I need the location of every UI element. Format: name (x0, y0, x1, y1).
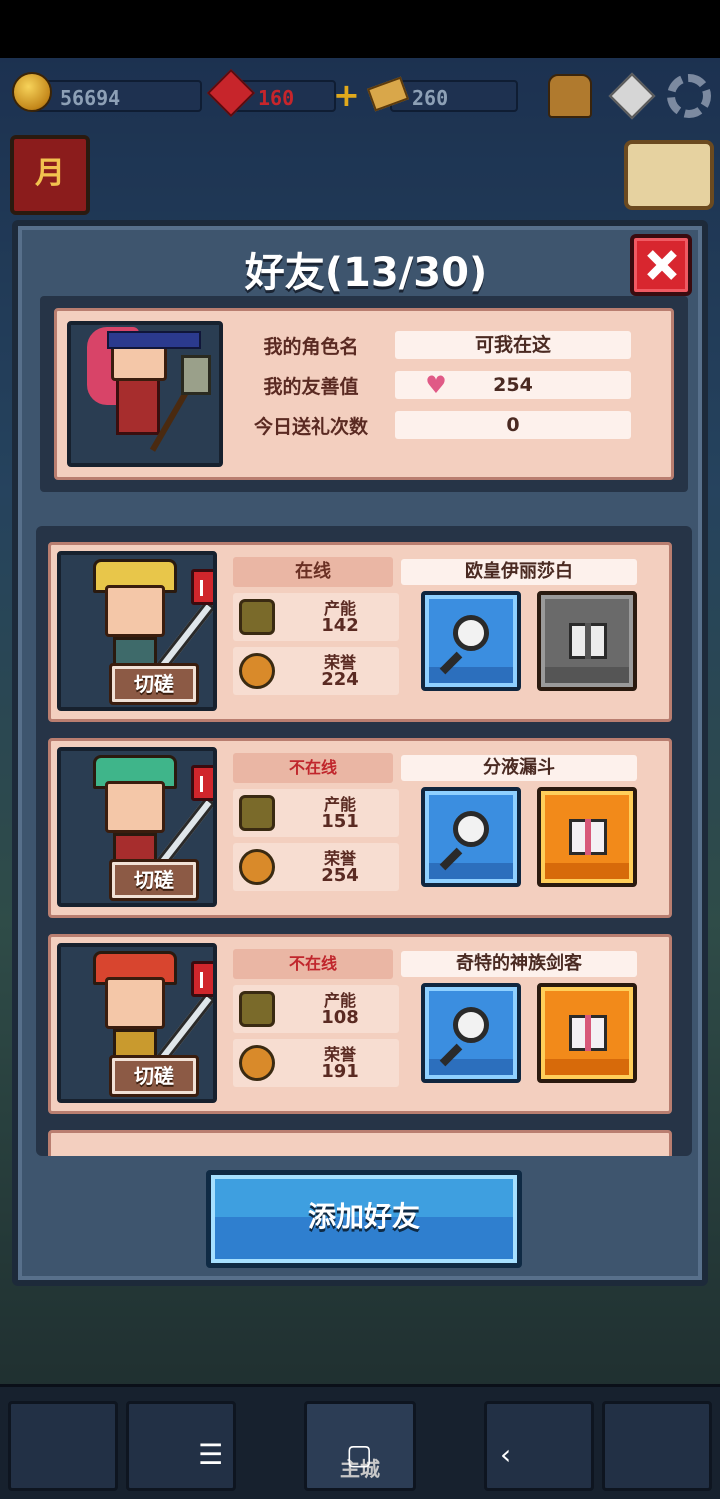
friend-name: 分液漏斗 (401, 755, 637, 781)
delete-friend-icon[interactable] (191, 569, 213, 605)
role-name-value: 可我在这 (395, 331, 631, 359)
gift-count-label: 今日送礼次数 (253, 416, 368, 438)
role-name-label: 我的角色名 (263, 336, 359, 358)
add-friend-button[interactable]: 添加好友 (206, 1170, 522, 1268)
view-profile-button[interactable] (421, 787, 521, 887)
offline-status: 不在线 (288, 758, 337, 777)
axe-icon (181, 355, 211, 395)
system-nav-bar: ☰ ▢ ‹ (0, 1430, 720, 1480)
friend-card: 切磋 在线 欧皇伊丽莎白 产能 142 荣誉 224 (48, 542, 672, 722)
gear-icon[interactable] (667, 74, 711, 118)
friend-head (105, 977, 165, 1029)
friendliness-value-box: ♥ 254 (395, 371, 631, 399)
power-value: 142 (321, 615, 359, 636)
honor-stat: 荣誉 254 (233, 843, 399, 891)
gem-amount: 160 (258, 86, 295, 110)
gift-icon (569, 819, 607, 855)
friend-avatar: 切磋 (57, 943, 217, 1103)
ticket-amount: 260 (412, 86, 449, 110)
back-icon[interactable]: ‹ (500, 1438, 511, 1471)
friend-avatar: 切磋 (57, 747, 217, 907)
magnifier-icon (453, 1007, 489, 1043)
my-avatar (67, 321, 223, 467)
honor-value: 224 (321, 669, 359, 690)
view-profile-button[interactable] (421, 591, 521, 691)
honor-stat: 荣誉 224 (233, 647, 399, 695)
power-value: 151 (321, 811, 359, 832)
gift-count-row: 今日送礼次数 0 (231, 411, 669, 443)
menu-icon[interactable]: ☰ (198, 1438, 223, 1471)
add-gems-icon[interactable]: + (333, 76, 360, 114)
power-icon (239, 795, 275, 831)
delete-friend-icon[interactable] (191, 765, 213, 801)
friend-card: 切磋 不在线 奇特的神族剑客 产能 108 荣誉 191 (48, 934, 672, 1114)
close-button[interactable] (630, 234, 692, 296)
friends-dialog: 好友(13/30) 我的角色名 可我在这 我的友善值 ♥ 254 今日送礼次数 … (12, 220, 708, 1286)
friend-name: 欧皇伊丽莎白 (401, 559, 637, 585)
friendliness-value: 254 (493, 374, 533, 396)
power-icon (239, 991, 275, 1027)
gold-coin-icon (12, 72, 52, 112)
gold-amount: 56694 (60, 86, 121, 110)
send-gift-button[interactable] (537, 591, 637, 691)
power-icon (239, 599, 275, 635)
my-info-panel: 我的角色名 可我在这 我的友善值 ♥ 254 今日送礼次数 0 (54, 308, 674, 480)
magnifier-icon (453, 615, 489, 651)
offline-status: 不在线 (288, 954, 337, 973)
view-profile-button[interactable] (421, 983, 521, 1083)
power-value: 108 (321, 1007, 359, 1028)
quest-scroll-icon[interactable] (624, 140, 714, 210)
power-stat: 产能 108 (233, 985, 399, 1033)
magnifier-handle (439, 847, 463, 871)
magnifier-handle (439, 651, 463, 675)
monthly-card-icon[interactable]: 月 (10, 135, 90, 215)
friend-list[interactable]: 切磋 在线 欧皇伊丽莎白 产能 142 荣誉 224 切磋 不在线 分液漏斗 产… (36, 526, 692, 1156)
role-name-row: 我的角色名 可我在这 (231, 331, 669, 363)
friend-head (105, 781, 165, 833)
gift-icon (569, 623, 607, 659)
send-gift-button[interactable] (537, 983, 637, 1083)
heart-icon: ♥ (425, 371, 447, 399)
power-stat: 产能 142 (233, 593, 399, 641)
honor-medal-icon (239, 653, 275, 689)
ticket-counter: 260 (390, 80, 518, 112)
friend-avatar: 切磋 (57, 551, 217, 711)
power-stat: 产能 151 (233, 789, 399, 837)
friendliness-row: 我的友善值 ♥ 254 (231, 371, 669, 403)
system-status-bar (0, 0, 720, 58)
friend-card-partial (48, 1130, 672, 1156)
magnifier-icon (453, 811, 489, 847)
friend-head (105, 585, 165, 637)
dialog-title: 好友(13/30) (244, 250, 488, 296)
honor-medal-icon (239, 849, 275, 885)
spar-button[interactable]: 切磋 (109, 1055, 199, 1097)
friend-name: 奇特的神族剑客 (401, 951, 637, 977)
friendliness-label: 我的友善值 (263, 376, 359, 398)
online-status: 在线 (295, 561, 331, 582)
hero-headband (107, 331, 201, 349)
home-icon[interactable]: ▢ (346, 1438, 372, 1471)
magnifier-handle (439, 1043, 463, 1067)
send-gift-button[interactable] (537, 787, 637, 887)
spar-button[interactable]: 切磋 (109, 663, 199, 705)
delete-friend-icon[interactable] (191, 961, 213, 997)
gold-counter: 56694 (30, 80, 202, 112)
friend-card: 切磋 不在线 分液漏斗 产能 151 荣誉 254 (48, 738, 672, 918)
gift-count-value: 0 (395, 411, 631, 439)
honor-stat: 荣誉 191 (233, 1039, 399, 1087)
helmet-icon[interactable] (548, 74, 592, 118)
honor-value: 191 (321, 1061, 359, 1082)
honor-value: 254 (321, 865, 359, 886)
gift-icon (569, 1015, 607, 1051)
spar-button[interactable]: 切磋 (109, 859, 199, 901)
honor-medal-icon (239, 1045, 275, 1081)
my-info-section: 我的角色名 可我在这 我的友善值 ♥ 254 今日送礼次数 0 (40, 296, 688, 492)
